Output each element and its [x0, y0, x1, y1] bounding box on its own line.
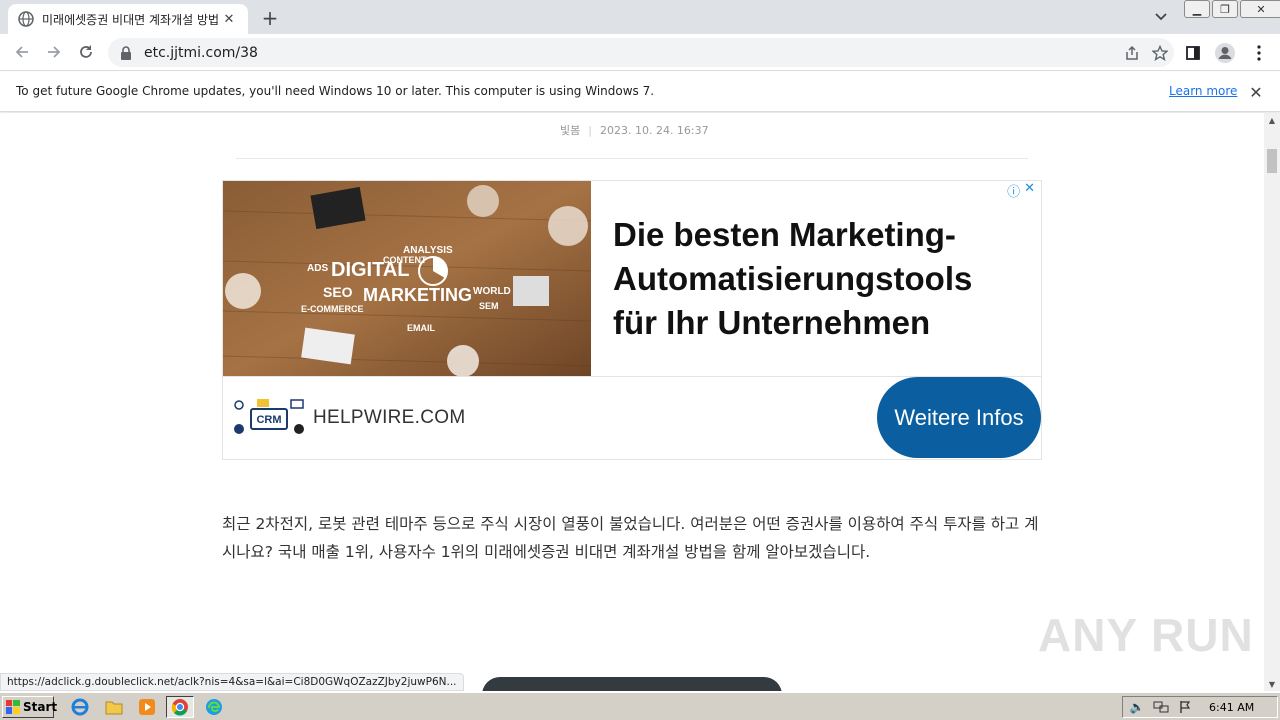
ad-choices[interactable]: ⓘ ✕ — [1007, 181, 1035, 200]
ie-icon[interactable] — [66, 696, 94, 718]
ad-logo-text: CRM — [256, 414, 281, 426]
ad-brand[interactable]: HELPWIRE.COM — [313, 407, 465, 429]
ad-image-word: ANALYSIS — [403, 245, 453, 256]
edge-icon[interactable] — [200, 696, 228, 718]
page-content: 빛봄 | 2023. 10. 24. 16:37 DIGITAL MARKETI… — [0, 113, 1264, 691]
learn-more-link[interactable]: Learn more — [1169, 84, 1237, 98]
more-menu-icon[interactable] — [1246, 40, 1272, 66]
profile-avatar-icon[interactable] — [1212, 40, 1238, 66]
ad-image-word: SEM — [479, 301, 499, 311]
ad-image-word: ADS — [307, 263, 328, 274]
reload-icon[interactable] — [74, 40, 98, 64]
window-controls: ▁ ❐ ✕ — [1182, 0, 1280, 18]
tab-search-chevron-icon[interactable] — [1150, 6, 1172, 28]
scrollbar-thumb[interactable] — [1267, 149, 1277, 173]
side-panel-icon[interactable] — [1180, 40, 1206, 66]
infobar-message: To get future Google Chrome updates, you… — [16, 84, 655, 98]
post-author[interactable]: 빛봄 — [560, 124, 580, 137]
scroll-up-icon[interactable]: ▲ — [1264, 113, 1280, 127]
windows-logo-icon — [6, 700, 20, 714]
content-block — [482, 677, 782, 691]
post-meta: 빛봄 | 2023. 10. 24. 16:37 — [560, 124, 709, 137]
address-bar[interactable]: etc.jjtmi.com/38 — [108, 38, 1174, 67]
ad-image-word: EMAIL — [407, 323, 436, 333]
media-player-icon[interactable] — [133, 696, 161, 718]
network-icon[interactable] — [1151, 699, 1171, 715]
start-label: Start — [23, 700, 58, 714]
bookmark-star-icon[interactable] — [1146, 41, 1174, 65]
back-arrow-icon[interactable] — [10, 40, 34, 64]
volume-icon[interactable]: 🔈 — [1127, 699, 1147, 715]
update-infobar: To get future Google Chrome updates, you… — [0, 72, 1280, 112]
taskbar-clock: 6:41 AM — [1209, 700, 1255, 714]
ad-banner[interactable]: DIGITAL MARKETING SEO CONTENT ANALYSIS E… — [222, 180, 1042, 460]
ad-image-word: WORLD — [473, 286, 511, 297]
window-close-button[interactable]: ✕ — [1240, 0, 1280, 18]
minimize-button[interactable]: ▁ — [1184, 0, 1210, 18]
browser-toolbar: etc.jjtmi.com/38 — [0, 34, 1280, 71]
browser-tab[interactable]: 미래에셋증권 비대면 계좌개설 방법 ✕ — [8, 4, 248, 34]
ad-close-icon[interactable]: ✕ — [1024, 181, 1035, 200]
article-paragraph: 최근 2차전지, 로봇 관련 테마주 등으로 주식 시장이 열풍이 불었습니다.… — [222, 515, 1039, 561]
page-scrollbar[interactable]: ▲ ▼ — [1264, 113, 1280, 691]
ad-headline[interactable]: Die besten Marketing-Automatisierungstoo… — [613, 213, 1023, 345]
ad-image-word: E-COMMERCE — [301, 304, 364, 314]
tab-title: 미래에셋증권 비대면 계좌개설 방법 — [42, 12, 220, 27]
restore-button[interactable]: ❐ — [1212, 0, 1238, 18]
chrome-taskbar-icon[interactable] — [166, 696, 194, 718]
ad-image[interactable]: DIGITAL MARKETING SEO CONTENT ANALYSIS E… — [223, 181, 591, 376]
folder-icon[interactable] — [100, 696, 128, 718]
windows-taskbar: Start 🔈 6:41 AM — [0, 692, 1280, 720]
url-text[interactable]: etc.jjtmi.com/38 — [144, 45, 1118, 61]
post-date: 2023. 10. 24. 16:37 — [599, 124, 709, 137]
status-url-bubble: https://adclick.g.doubleclick.net/aclk?n… — [0, 673, 464, 691]
scroll-down-icon[interactable]: ▼ — [1264, 677, 1280, 691]
ad-image-word: MARKETING — [363, 285, 472, 305]
globe-icon — [18, 11, 34, 27]
ad-logo-icon[interactable]: CRM — [231, 395, 307, 441]
tab-strip: 미래에셋증권 비대면 계좌개설 방법 ✕ + ▁ ❐ ✕ — [0, 0, 1280, 34]
ad-image-word: SEO — [323, 284, 353, 300]
ad-info-icon[interactable]: ⓘ — [1007, 181, 1020, 200]
divider — [236, 158, 1028, 159]
ad-cta-button[interactable]: Weitere Infos — [877, 377, 1041, 458]
infobar-close-icon[interactable]: ✕ — [1246, 82, 1266, 102]
forward-arrow-icon[interactable] — [42, 40, 66, 64]
action-center-flag-icon[interactable] — [1175, 699, 1195, 715]
lock-icon[interactable] — [120, 45, 134, 60]
tab-close-icon[interactable]: ✕ — [220, 10, 238, 28]
share-icon[interactable] — [1118, 41, 1146, 65]
anyrun-watermark: ANY RUN — [1038, 609, 1254, 661]
new-tab-button[interactable]: + — [258, 6, 282, 30]
start-button[interactable]: Start — [2, 696, 58, 718]
system-tray: 🔈 6:41 AM — [1122, 696, 1278, 718]
